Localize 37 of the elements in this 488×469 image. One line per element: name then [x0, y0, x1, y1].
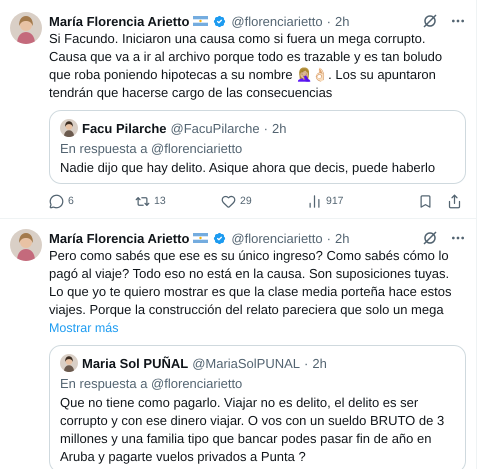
tweet-text: Si Facundo. Iniciaron una causa como si fuera un mega corrupto. Causa que va a ir al archivo porque todo es trazable y es tan boludo que roba poniendo hipotecas a su nombre 🤦🏼‍♀👌🏻. Los su apuntaron tendrán que hacerse cargo de las consecuencias	[49, 30, 444, 102]
quoted-tweet[interactable]: Facu Pilarche @FacuPilarche · 2h En respuesta a @florenciarietto Nadie dijo que hay delito. Asique ahora que decis, puede haberlo	[49, 110, 466, 184]
reply-to-text: En respuesta a @florenciarietto	[60, 141, 244, 156]
share-icon[interactable]	[447, 194, 462, 208]
slashed-circle-icon[interactable]	[422, 230, 438, 246]
speech-bubble-icon	[49, 194, 64, 208]
quoted-author-handle: @FacuPilarche	[170, 120, 260, 136]
separator-dot: ·	[326, 14, 331, 28]
repost-button[interactable]: 13	[135, 194, 221, 208]
quoted-author-name: Facu Pilarche	[82, 120, 167, 136]
author-name[interactable]: María Florencia Arietto	[49, 14, 190, 28]
reply-button[interactable]: 6	[49, 194, 135, 208]
author-name[interactable]: María Florencia Arietto	[49, 230, 190, 246]
reply-to-text: En respuesta a @florenciarietto	[60, 376, 244, 391]
quoted-author-handle: @MariaSolPUNAL	[192, 356, 300, 370]
flag-icon	[193, 16, 208, 26]
quoted-author-name: Maria Sol PUÑAL	[82, 356, 188, 370]
bar-chart-icon	[307, 194, 322, 208]
quoted-text: Nadie dijo que hay delito. Asique ahora que decis, puede haberlo	[60, 159, 436, 177]
views-button[interactable]: 917	[307, 194, 393, 208]
separator-dot: ·	[304, 356, 308, 370]
author-handle[interactable]: @florenciarietto	[231, 14, 323, 28]
post-time[interactable]: 2h	[334, 14, 350, 28]
post-time[interactable]: 2h	[334, 230, 350, 246]
slashed-circle-icon[interactable]	[422, 13, 438, 29]
quoted-post-time: 2h	[272, 120, 286, 136]
author-handle[interactable]: @florenciarietto	[231, 230, 323, 246]
quoted-post-time: 2h	[312, 356, 327, 370]
quoted-text: Que no tiene como pagarlo. Viajar no es delito, el delito es ser corrupto y con ese dinero viajar. O vos con un sueldo BRUTO de 3 millones y una familia tipo que bancar podes pasar fin de año en Aruba y pagarte vuelos privados a Punta ?	[60, 394, 446, 466]
bookmark-icon[interactable]	[418, 194, 433, 208]
separator-dot: ·	[264, 120, 268, 136]
flag-icon	[193, 233, 208, 243]
like-button[interactable]: 29	[221, 194, 307, 208]
separator-dot: ·	[326, 230, 331, 246]
quoted-tweet[interactable]	[49, 345, 466, 469]
tweet-text: Pero como sabés que ese es su único ingreso? Como sabés cómo lo pagó al viaje? Todo eso no está en la causa. Son suposiciones tuyas. Lo que yo te quiero mostrar es que la clase media porteña hace estos viajes. Porque la construcción del relato pareciera que solo un mega	[49, 247, 453, 319]
heart-icon	[221, 194, 236, 208]
